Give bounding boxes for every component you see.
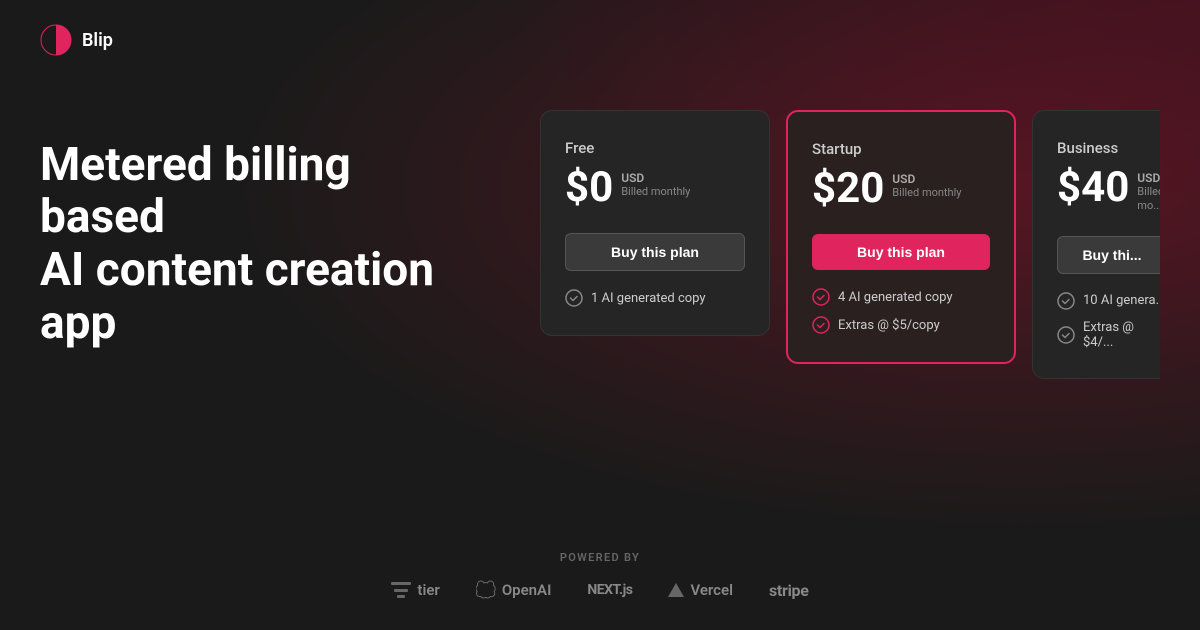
- hero-title: Metered billing based AI content creatio…: [40, 139, 480, 351]
- footer: POWERED BY tier OpenAI NEXT.js: [0, 521, 1200, 630]
- app-header: Blip: [0, 0, 1200, 80]
- free-feature-0: 1 AI generated copy: [565, 289, 745, 307]
- free-price-meta: USD Billed monthly: [621, 167, 690, 199]
- startup-currency: USD: [892, 172, 961, 186]
- startup-period: Billed monthly: [892, 186, 961, 199]
- startup-buy-button[interactable]: Buy this plan: [812, 234, 990, 270]
- business-price-row: $40 USD Billed mo...: [1057, 167, 1160, 212]
- business-plan-name: Business: [1057, 139, 1160, 157]
- logo-text: Blip: [82, 30, 113, 51]
- free-price-amount: $0: [565, 167, 613, 209]
- business-period: Billed mo...: [1137, 185, 1160, 211]
- startup-price-row: $20 USD Billed monthly: [812, 168, 990, 210]
- startup-plan-name: Startup: [812, 140, 990, 158]
- tier-icon: [391, 582, 411, 598]
- free-feature-list: 1 AI generated copy: [565, 289, 745, 307]
- free-period: Billed monthly: [621, 185, 690, 198]
- vercel-logo: Vercel: [668, 581, 733, 599]
- free-plan-name: Free: [565, 139, 745, 157]
- business-price-amount: $40: [1057, 167, 1129, 209]
- vercel-icon: [668, 583, 684, 597]
- main-content: Metered billing based AI content creatio…: [0, 110, 1200, 379]
- tier-label: tier: [417, 581, 439, 599]
- stripe-logo: stripe: [769, 581, 809, 600]
- tier-logo: tier: [391, 581, 439, 599]
- pricing-card-free: Free $0 USD Billed monthly Buy this plan…: [540, 110, 770, 336]
- openai-label: OpenAI: [502, 581, 552, 599]
- vercel-label: Vercel: [690, 581, 733, 599]
- powered-by-label: POWERED BY: [560, 551, 640, 564]
- openai-icon: [476, 580, 496, 600]
- startup-feature-list: 4 AI generated copy Extras @ $5/copy: [812, 288, 990, 334]
- openai-logo: OpenAI: [476, 580, 552, 600]
- check-icon-business-1: [1057, 326, 1075, 344]
- free-price-row: $0 USD Billed monthly: [565, 167, 745, 209]
- check-icon-startup-1: [812, 316, 830, 334]
- check-icon-business-0: [1057, 292, 1075, 310]
- business-buy-button[interactable]: Buy thi...: [1057, 236, 1160, 274]
- pricing-cards-container: Free $0 USD Billed monthly Buy this plan…: [540, 110, 1160, 379]
- blip-logo-icon: [40, 24, 72, 56]
- startup-price-meta: USD Billed monthly: [892, 168, 961, 200]
- check-icon-startup-0: [812, 288, 830, 306]
- pricing-card-startup: Startup $20 USD Billed monthly Buy this …: [786, 110, 1016, 364]
- hero-section: Metered billing based AI content creatio…: [40, 139, 480, 351]
- startup-price-amount: $20: [812, 168, 884, 210]
- business-feature-list: 10 AI genera... Extras @ $4/...: [1057, 292, 1160, 350]
- check-icon: [565, 289, 583, 307]
- startup-feature-0: 4 AI generated copy: [812, 288, 990, 306]
- pricing-card-business: Business $40 USD Billed mo... Buy thi...…: [1032, 110, 1160, 379]
- nextjs-label: NEXT.js: [587, 582, 632, 598]
- nextjs-logo: NEXT.js: [587, 582, 632, 598]
- business-currency: USD: [1137, 171, 1160, 185]
- business-feature-0: 10 AI genera...: [1057, 292, 1160, 310]
- powered-by-logos: tier OpenAI NEXT.js Vercel stripe: [391, 580, 808, 600]
- free-currency: USD: [621, 171, 690, 185]
- free-buy-button[interactable]: Buy this plan: [565, 233, 745, 271]
- business-price-meta: USD Billed mo...: [1137, 167, 1160, 212]
- stripe-label: stripe: [769, 581, 809, 600]
- startup-feature-1: Extras @ $5/copy: [812, 316, 990, 334]
- business-feature-1: Extras @ $4/...: [1057, 320, 1160, 350]
